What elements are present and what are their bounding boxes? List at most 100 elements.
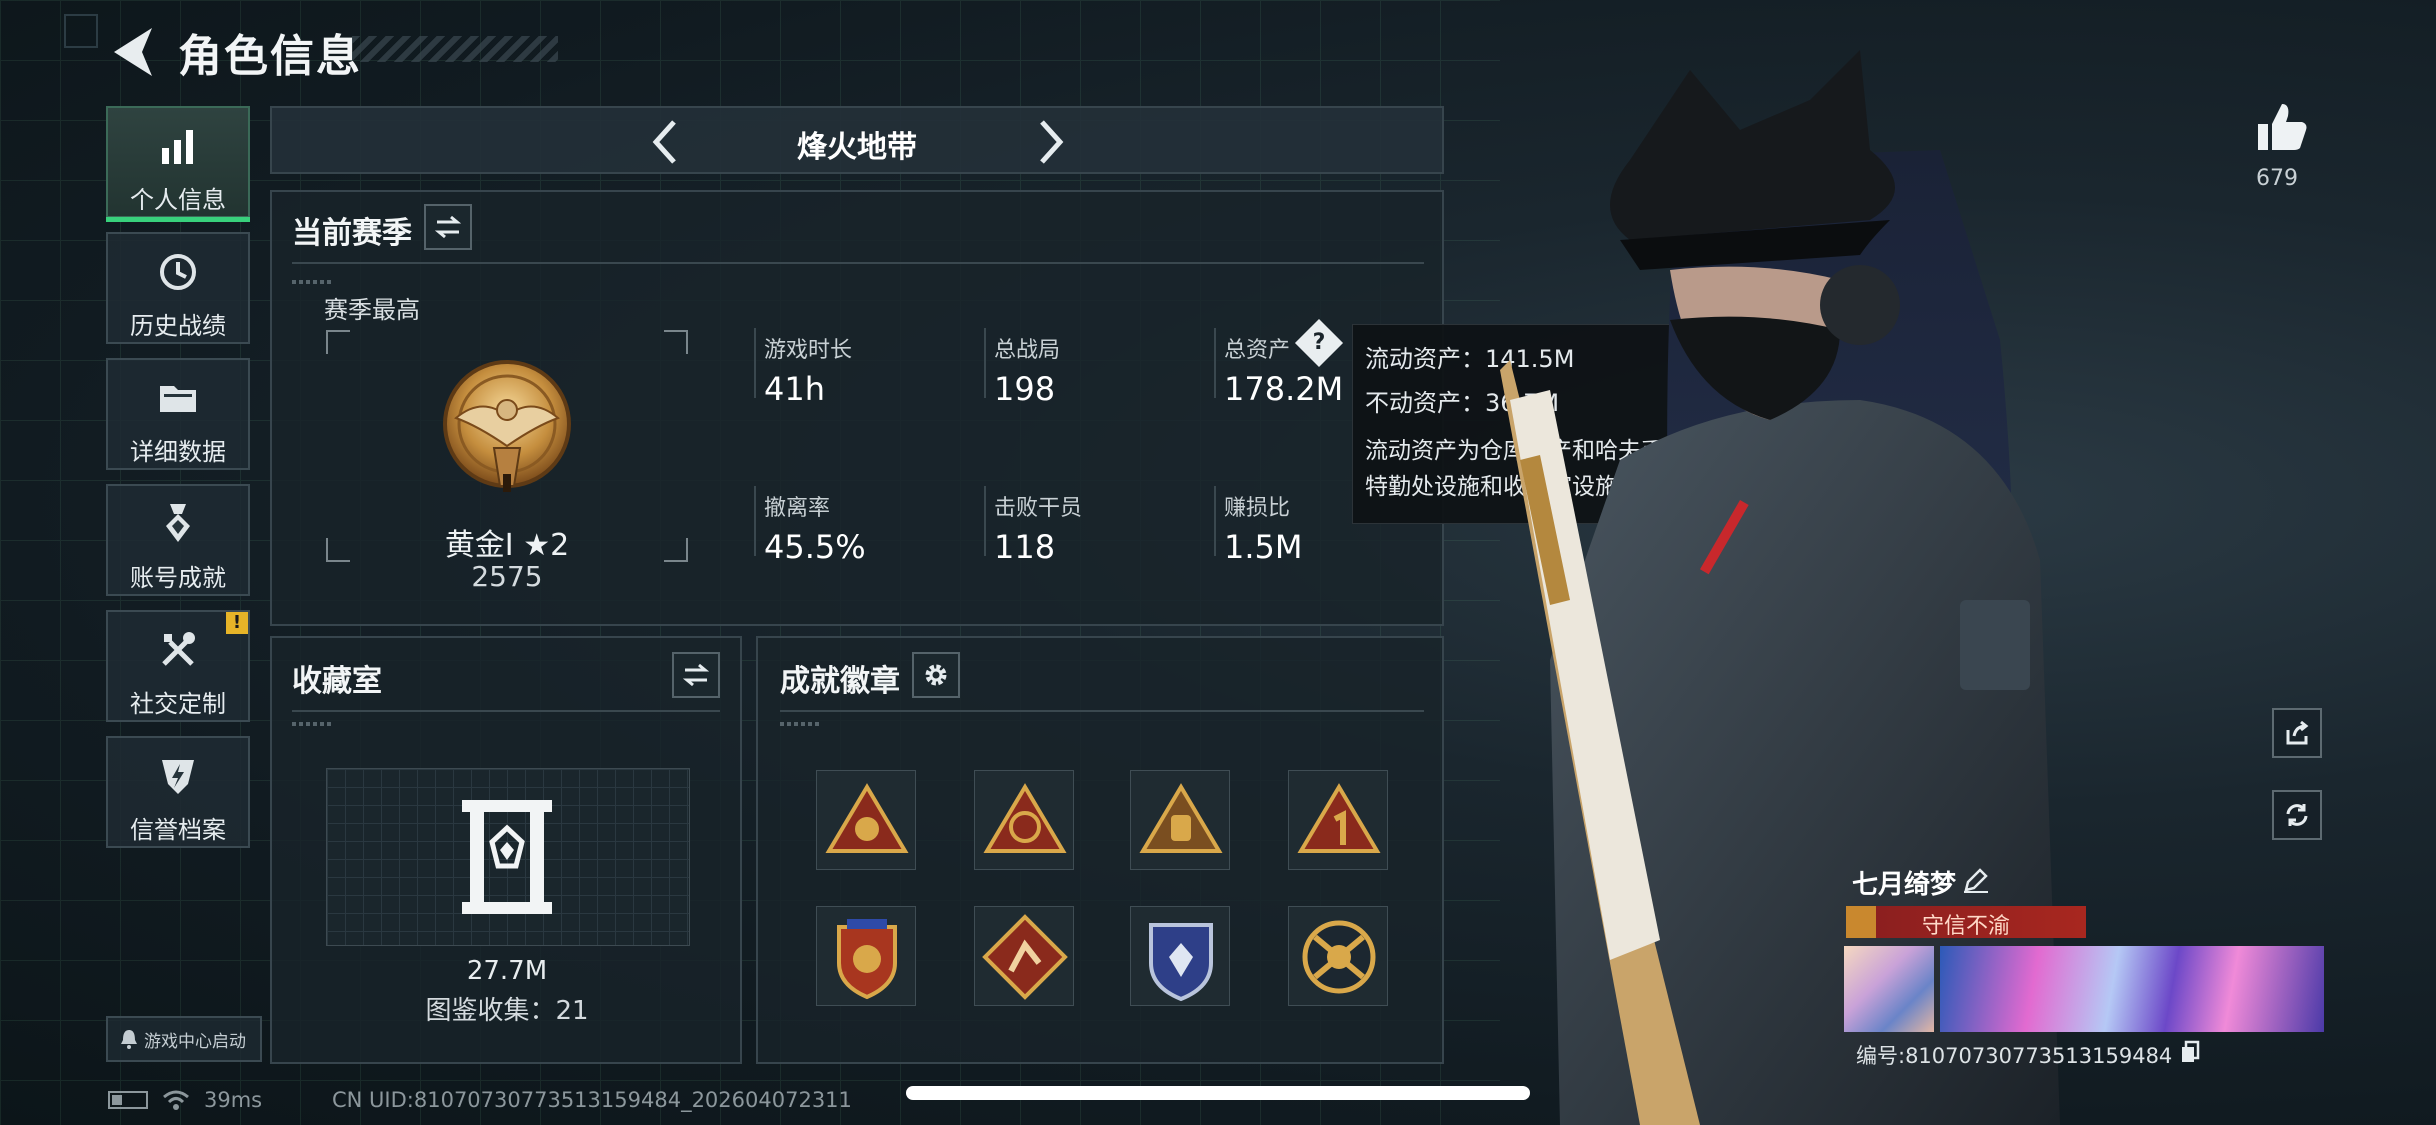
corner-deco [64,14,98,48]
tools-icon [162,632,195,666]
share-icon [2286,720,2309,745]
divider [292,262,1424,264]
stat-divider [754,328,756,398]
season-title: 当前赛季 [292,216,412,251]
achievement-badge[interactable] [1288,906,1388,1006]
achievements-settings-button[interactable] [912,652,960,698]
shield-bolt-icon [162,760,194,794]
collection-switch-button[interactable] [672,652,720,698]
achievement-badge[interactable] [1288,770,1388,870]
collection-count: 图鉴收集：21 [425,996,589,1026]
nav-label: 个人信息 [130,186,226,214]
player-card-banner[interactable] [1940,946,2324,1032]
divider [780,710,1424,712]
stat-extract-rate-label: 撤离率 [764,496,831,521]
bell-icon [121,1030,137,1049]
thumbs-up-icon[interactable] [2254,98,2310,154]
shield-badge-icon [1149,923,1213,1002]
history-icon [160,254,196,290]
stat-kills-value: 118 [994,528,1056,566]
stat-play-time-label: 游戏时长 [764,338,853,363]
title-deco [352,36,558,62]
stat-matches-value: 198 [994,370,1056,408]
achievement-badge[interactable] [816,906,916,1006]
collection-title: 收藏室 [292,664,382,699]
collection-value: 27.7M [466,956,548,986]
achievement-badge[interactable] [1130,770,1230,870]
medal-icon [166,504,190,542]
rank-label: 黄金I ★2 [444,528,570,563]
display-case-icon [462,800,552,914]
shield-badge-icon [837,919,897,1000]
player-card-portrait[interactable] [1844,946,1934,1032]
divider [292,710,720,712]
stat-play-time-value: 41h [764,370,825,408]
gear-icon [925,664,947,686]
bar-chart-icon [162,130,193,164]
cn-uid: CN UID:8107073077351315948​4_20260407231… [332,1088,852,1112]
rank-score: 2575 [471,560,543,593]
achievements-title: 成就徽章 [780,664,900,699]
triangle-badge-icon [825,783,909,853]
player-name: 七月绮梦 [1852,870,1957,900]
stat-assets-label: 总资产 [1224,338,1291,363]
stat-matches-label: 总战局 [994,338,1061,363]
swap-icon [683,663,709,687]
battery-icon [108,1091,148,1109]
nav-achievements[interactable]: 账号成就 [106,484,250,596]
triangle-badge-icon [983,783,1067,853]
stat-profit-ratio-value: 1.5M [1224,528,1303,566]
like-count: 679 [2256,166,2298,191]
tick-deco [292,722,332,726]
stat-kills-label: 击败干员 [994,496,1083,521]
share-button[interactable] [2272,708,2322,758]
launch-label: 游戏中心启动 [144,1031,246,1052]
nav-personal-info[interactable]: 个人信息 [106,106,250,222]
nav-label: 信誉档案 [130,816,226,844]
stat-assets-value: 178.2M [1224,370,1344,408]
gold-rank-emblem-icon [443,360,571,492]
mode-name: 烽火地带 [797,130,917,165]
nav-reputation[interactable]: 信誉档案 [106,736,250,848]
diamond-badge-icon [982,914,1068,1000]
nav-label: 详细数据 [130,438,226,466]
next-mode-icon[interactable] [1030,118,1070,166]
emblem-badge-icon [1302,920,1376,994]
refresh-button[interactable] [2272,790,2322,840]
tick-deco [780,722,820,726]
mode-selector: 烽火地带 [270,106,1444,174]
achievement-badge[interactable] [1130,906,1230,1006]
folder-icon [160,386,196,412]
help-icon[interactable]: ? [1294,318,1344,368]
season-switch-button[interactable] [424,204,472,250]
nav-detailed-data[interactable]: 详细数据 [106,358,250,470]
stat-divider [1214,328,1216,398]
player-id: 编号:8107073077351315948​4 [1856,1044,2173,1068]
wifi-icon [163,1090,189,1110]
stat-divider [1214,486,1216,556]
home-indicator[interactable] [906,1086,1530,1100]
nav-history[interactable]: 历史战绩 [106,232,250,344]
status-bar: 39ms [108,1088,262,1112]
season-best-label: 赛季最高 [324,296,420,324]
nav-label: 账号成就 [130,564,226,592]
triangle-badge-icon [1297,783,1381,853]
page-title: 角色信息 [178,31,362,82]
achievement-badge[interactable] [816,770,916,870]
nav-label: 历史战绩 [130,312,226,340]
refresh-icon [2286,804,2308,826]
stat-extract-rate-value: 45.5% [764,528,866,566]
achievement-badge[interactable] [974,906,1074,1006]
stat-divider [754,486,756,556]
nav-label: 社交定制 [130,690,226,718]
back-arrow-icon[interactable] [108,22,158,82]
swap-icon [435,215,461,239]
game-center-launch[interactable]: 游戏中心启动 [106,1016,262,1062]
tick-deco [292,280,332,284]
edit-pencil-icon[interactable] [1962,866,1990,894]
copy-icon[interactable] [2180,1040,2200,1064]
stat-divider [984,486,986,556]
notification-badge: ! [226,612,248,634]
achievement-badge[interactable] [974,770,1074,870]
stat-divider [984,328,986,398]
